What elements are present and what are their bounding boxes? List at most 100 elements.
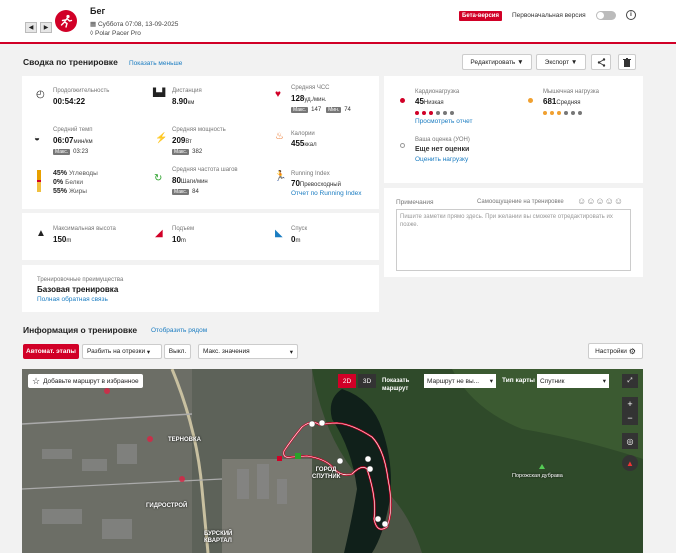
- rating-dot-icon: [400, 143, 405, 148]
- notes-card: Примечания Самоощущение на тренировке ☺☺…: [384, 188, 643, 277]
- max-alt-label: Максимальная высота: [53, 226, 116, 232]
- ascent-icon: ◢: [155, 228, 163, 239]
- compass-icon[interactable]: ▲: [622, 455, 638, 471]
- route-select[interactable]: Маршрут не вы... ▾: [424, 374, 496, 388]
- fuel-bar: [37, 170, 41, 192]
- duration-value: 00:54:22: [53, 97, 86, 106]
- distance-label: Дистанция: [172, 88, 202, 94]
- muscle-dot-icon: [528, 98, 533, 103]
- fullscreen-icon[interactable]: ⤢: [622, 374, 638, 388]
- descent-label: Спуск: [291, 226, 308, 232]
- feeling-face-icon[interactable]: ☺: [605, 196, 614, 206]
- map-label: ТЕРНОВКА: [168, 437, 201, 443]
- summary-title: Сводка по тренировке: [23, 57, 118, 67]
- power-label: Средняя мощность: [172, 127, 226, 133]
- map-label: ГИДРОСТРОЙ: [146, 503, 188, 509]
- stopwatch-icon: ◴: [36, 89, 45, 100]
- power-max: Макс. 382: [172, 149, 203, 155]
- rating-value: Еще нет оценки: [415, 146, 470, 153]
- map-label: Порожская дубрава: [512, 473, 563, 479]
- feeling-face-icon[interactable]: ☺: [577, 196, 586, 206]
- beta-badge[interactable]: Бета-версия: [459, 11, 502, 21]
- max-values-dropdown[interactable]: Макс. значения ▾: [198, 344, 298, 359]
- next-workout-button[interactable]: ▶: [40, 22, 52, 33]
- chevron-down-icon: ▾: [289, 348, 293, 356]
- view-report-link[interactable]: Просмотреть отчет: [415, 118, 472, 125]
- flame-icon: ♨: [275, 131, 284, 142]
- feeling-faces[interactable]: ☺☺☺☺☺: [577, 196, 623, 206]
- altitude-card: ▲ Максимальная высота 150m ◢ Подъем 10m …: [22, 213, 379, 260]
- chevron-down-icon: ▾: [602, 378, 606, 385]
- prev-workout-button[interactable]: ◀: [25, 22, 37, 33]
- rate-load-link[interactable]: Оценить нагрузку: [415, 156, 468, 163]
- route-map[interactable]: ТЕРНОВКА ГИДРОСТРОЙ ГОРОД СПУТНИК Порожс…: [22, 369, 643, 553]
- fuel-protein: 0% Белки: [53, 179, 84, 186]
- lightning-icon: ⚡: [155, 133, 168, 144]
- original-version-toggle[interactable]: [596, 11, 616, 20]
- distance-value: 8.90км: [172, 97, 195, 106]
- settings-button[interactable]: Настройки ⚙: [588, 343, 643, 359]
- zoom-in-button[interactable]: +: [622, 397, 638, 411]
- map-type-select[interactable]: Спутник ▾: [537, 374, 609, 388]
- training-load-card: Кардионагрузка 45Низкая Просмотреть отче…: [384, 76, 643, 183]
- show-route-label[interactable]: Показать маршрут: [382, 377, 422, 393]
- map-2d-button[interactable]: 2D: [338, 374, 356, 388]
- cadence-label: Средняя частота шагов: [172, 167, 238, 173]
- calories-label: Калории: [291, 131, 315, 137]
- favorite-route-button[interactable]: ☆ Добавьте маршрут в избранное: [28, 374, 143, 388]
- auto-laps-button[interactable]: Автомат. этапы: [23, 344, 79, 359]
- delete-icon[interactable]: [618, 54, 636, 70]
- benefit-label: Тренировочные преимущества: [37, 277, 124, 283]
- cardio-load-dots: [415, 110, 457, 117]
- info-title: Информация о тренировке: [23, 325, 138, 335]
- running-index-report-link[interactable]: Отчет по Running Index: [291, 190, 363, 198]
- split-off-button[interactable]: Выкл.: [164, 344, 191, 359]
- muscle-value: 681Средняя: [543, 97, 581, 106]
- feeling-face-icon[interactable]: ☺: [614, 196, 623, 206]
- cardio-label: Кардионагрузка: [415, 89, 460, 95]
- main-stats-card: ◴ Продолжительность 00:54:22 ▙▟ Дистанци…: [22, 76, 379, 209]
- workout-datetime: ▦ Суббота 07:08, 13-09-2025: [90, 21, 179, 28]
- map-type-label: Тип карты: [502, 377, 535, 384]
- pace-max: Макс. 03:23: [53, 149, 89, 155]
- calories-value: 455ккал: [291, 139, 317, 148]
- workout-header: ◀ ▶ Бег ▦ Суббота 07:08, 13-09-2025 ◊ Po…: [0, 0, 676, 44]
- training-benefit-card: Тренировочные преимущества Базовая трени…: [22, 265, 379, 312]
- rating-label: Ваша оценка (УОН): [415, 137, 470, 143]
- full-feedback-link[interactable]: Полная обратная связь: [37, 296, 108, 303]
- zoom-out-button[interactable]: −: [622, 411, 638, 425]
- pace-gauge-icon: ◒: [34, 133, 41, 144]
- export-button[interactable]: Экспорт ▼: [536, 54, 586, 70]
- side-by-side-link[interactable]: Отобразить рядом: [151, 327, 207, 334]
- info-icon[interactable]: i: [626, 10, 636, 20]
- muscle-label: Мышечная нагрузка: [543, 89, 599, 95]
- map-label: БУРСКИЙ КВАРТАЛ: [204, 531, 233, 544]
- map-3d-button[interactable]: 3D: [358, 374, 376, 388]
- notes-textarea[interactable]: Пишите заметки прямо здесь. При желании …: [396, 209, 631, 271]
- feeling-face-icon[interactable]: ☺: [595, 196, 604, 206]
- max-alt-value: 150m: [53, 235, 72, 244]
- cadence-value: 80Шаги/мин: [172, 176, 208, 185]
- distance-icon: ▙▟: [153, 88, 166, 97]
- pace-value: 06:07мин/км: [53, 136, 93, 145]
- running-icon: [55, 10, 77, 32]
- show-less-link[interactable]: Показать меньше: [129, 60, 182, 67]
- power-value: 209Вт: [172, 136, 192, 145]
- duration-label: Продолжительность: [53, 88, 110, 94]
- notes-label: Примечания: [396, 199, 434, 206]
- calendar-icon: ▦: [90, 21, 98, 28]
- locate-icon[interactable]: ◎: [622, 433, 638, 449]
- split-dropdown[interactable]: Разбить на отрезки ▾: [82, 344, 162, 359]
- benefit-value: Базовая тренировка: [37, 285, 119, 294]
- ascent-label: Подъем: [172, 226, 195, 232]
- share-icon[interactable]: [591, 54, 611, 70]
- edit-button[interactable]: Редактировать ▼: [462, 54, 532, 70]
- cadence-icon: ↻: [154, 173, 163, 184]
- ascent-value: 10m: [172, 235, 186, 244]
- sport-name: Бег: [90, 6, 106, 16]
- hr-maxmin: Макс. 147 Мин. 74: [291, 107, 351, 113]
- running-index-label: Running Index: [291, 171, 330, 177]
- cadence-max: Макс. 84: [172, 189, 199, 195]
- fuel-fat: 55% Жиры: [53, 188, 87, 195]
- running-index-value: 70Превосходный: [291, 179, 341, 188]
